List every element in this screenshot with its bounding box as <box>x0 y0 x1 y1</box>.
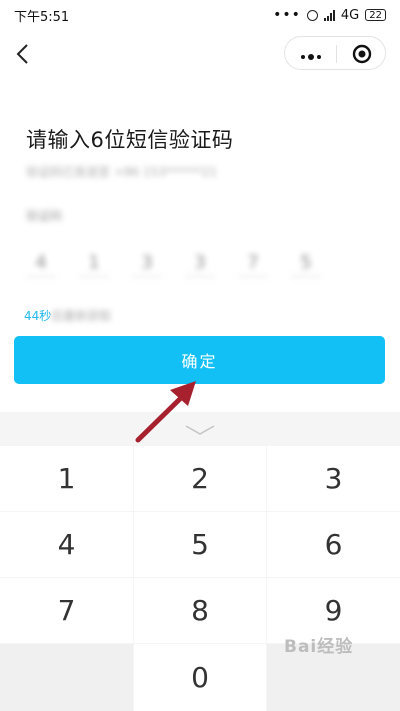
network-type: 4G <box>340 7 360 23</box>
confirm-button[interactable]: 确定 <box>14 336 385 384</box>
key-3[interactable]: 3 <box>267 446 400 511</box>
code-label: 验证码 <box>26 209 63 223</box>
key-2[interactable]: 2 <box>134 446 266 511</box>
resend-text: 后重新获取 <box>51 309 112 323</box>
code-digit: 1 <box>79 252 109 277</box>
phone-hint: 验证码已发送至 +86 153******21 <box>26 165 218 179</box>
key-5[interactable]: 5 <box>134 512 266 577</box>
code-digit: 3 <box>132 252 162 277</box>
back-arrow-icon <box>16 44 28 64</box>
status-time: 下午5:51 <box>14 9 70 25</box>
key-0[interactable]: 0 <box>134 644 266 711</box>
more-dots-icon <box>301 54 321 60</box>
code-input[interactable]: 4 1 3 3 7 5 <box>26 252 326 280</box>
watermark: Bai经验 <box>284 637 354 657</box>
key-4[interactable]: 4 <box>0 512 133 577</box>
key-7[interactable]: 7 <box>0 578 133 643</box>
code-digit: 4 <box>26 252 56 277</box>
numeric-keyboard: 1 2 3 4 5 6 7 8 9 0 <box>0 412 400 711</box>
status-bar: 下午5:51 ••• 4G 22 <box>0 0 400 30</box>
key-1[interactable]: 1 <box>0 446 133 511</box>
close-mini-program-button[interactable] <box>352 44 372 64</box>
capsule-divider <box>336 45 337 63</box>
key-blank-left <box>0 644 133 711</box>
key-8[interactable]: 8 <box>134 578 266 643</box>
key-6[interactable]: 6 <box>267 512 400 577</box>
mini-program-capsule <box>284 36 386 70</box>
battery-icon: 22 <box>365 9 386 21</box>
back-button[interactable] <box>12 40 36 68</box>
page-title: 请输入6位短信验证码 <box>26 128 234 152</box>
target-icon <box>352 44 372 64</box>
signal-icon <box>323 9 335 21</box>
code-digit: 3 <box>185 252 215 277</box>
resend-seconds: 44秒 <box>24 309 52 323</box>
code-digit: 7 <box>238 252 268 277</box>
code-digit: 5 <box>291 252 321 277</box>
nav-bar <box>0 34 400 74</box>
alarm-icon <box>306 9 318 21</box>
chevron-down-icon <box>185 425 215 435</box>
battery-level: 22 <box>369 9 382 21</box>
more-button[interactable] <box>299 48 323 60</box>
keyboard-collapse-button[interactable] <box>0 412 400 445</box>
resend-countdown: 44秒后重新获取 <box>24 307 111 324</box>
notification-dots: ••• <box>273 7 301 23</box>
status-icons: ••• 4G 22 <box>273 7 386 23</box>
